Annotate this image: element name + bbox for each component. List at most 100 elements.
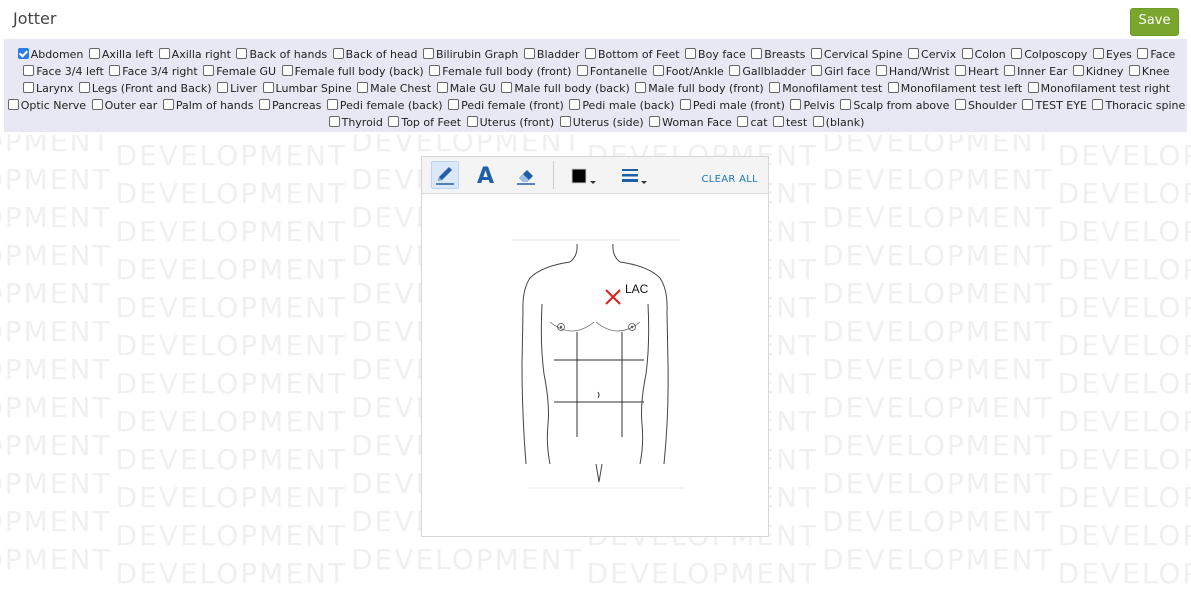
filter-option[interactable]: Face 3/4 right (107, 65, 198, 78)
filter-option[interactable]: Uterus (side) (558, 116, 644, 129)
filter-checkbox[interactable] (729, 65, 741, 76)
filter-checkbox[interactable] (7, 99, 19, 110)
color-picker-button[interactable] (567, 161, 603, 189)
filter-checkbox[interactable] (109, 65, 121, 76)
filter-option[interactable]: Cervix (906, 48, 956, 61)
pencil-tool-button[interactable] (431, 161, 459, 189)
filter-option[interactable]: Back of head (331, 48, 417, 61)
filter-checkbox[interactable] (262, 82, 274, 93)
eraser-tool-button[interactable] (512, 161, 540, 189)
filter-option[interactable]: Female GU (201, 65, 276, 78)
filter-option[interactable]: Optic Nerve (6, 99, 86, 112)
filter-checkbox[interactable] (523, 48, 535, 59)
filter-option[interactable]: Pelvis (788, 99, 835, 112)
filter-checkbox[interactable] (258, 99, 270, 110)
filter-option[interactable]: Foot/Ankle (651, 65, 724, 78)
filter-checkbox[interactable] (501, 82, 513, 93)
filter-option[interactable]: Eyes (1091, 48, 1132, 61)
filter-checkbox[interactable] (790, 99, 802, 110)
filter-checkbox[interactable] (635, 82, 647, 93)
filter-option[interactable]: Colposcopy (1009, 48, 1087, 61)
filter-checkbox[interactable] (769, 82, 781, 93)
filter-option[interactable]: Heart (953, 65, 999, 78)
filter-option[interactable]: Male Chest (355, 82, 431, 95)
filter-checkbox[interactable] (91, 99, 103, 110)
filter-checkbox[interactable] (954, 99, 966, 110)
filter-checkbox[interactable] (1011, 48, 1023, 59)
filter-checkbox[interactable] (1022, 99, 1034, 110)
filter-option[interactable]: (blank) (811, 116, 864, 129)
filter-option[interactable]: Axilla left (87, 48, 153, 61)
filter-checkbox[interactable] (840, 99, 852, 110)
filter-option[interactable]: Monofilament test left (886, 82, 1022, 95)
filter-checkbox[interactable] (1072, 65, 1084, 76)
filter-checkbox[interactable] (1092, 99, 1104, 110)
filter-checkbox[interactable] (773, 116, 785, 127)
filter-checkbox[interactable] (17, 48, 29, 59)
filter-checkbox[interactable] (811, 65, 823, 76)
clear-all-button[interactable]: CLEAR ALL (701, 174, 758, 185)
filter-checkbox[interactable] (875, 65, 887, 76)
filter-option[interactable]: cat (735, 116, 768, 129)
filter-checkbox[interactable] (961, 48, 973, 59)
filter-checkbox[interactable] (679, 99, 691, 110)
text-tool-button[interactable]: A (472, 161, 500, 189)
filter-option[interactable]: Bladder (522, 48, 580, 61)
filter-checkbox[interactable] (576, 65, 588, 76)
filter-option[interactable]: Inner Ear (1002, 65, 1067, 78)
filter-option[interactable]: Legs (Front and Back) (77, 82, 212, 95)
filter-checkbox[interactable] (585, 48, 597, 59)
filter-checkbox[interactable] (569, 99, 581, 110)
filter-option[interactable]: Pedi female (front) (446, 99, 564, 112)
filter-checkbox[interactable] (236, 48, 248, 59)
filter-checkbox[interactable] (559, 116, 571, 127)
filter-checkbox[interactable] (22, 82, 34, 93)
filter-checkbox[interactable] (649, 116, 661, 127)
filter-checkbox[interactable] (810, 48, 822, 59)
filter-checkbox[interactable] (162, 99, 174, 110)
filter-option[interactable]: Thoracic spine (1090, 99, 1185, 112)
filter-option[interactable]: Fontanelle (575, 65, 647, 78)
filter-checkbox[interactable] (78, 82, 90, 93)
filter-option[interactable]: Lumbar Spine (261, 82, 352, 95)
filter-option[interactable]: TEST EYE (1020, 99, 1087, 112)
filter-option[interactable]: Male full body (back) (499, 82, 630, 95)
filter-checkbox[interactable] (652, 65, 664, 76)
filter-option[interactable]: Uterus (front) (465, 116, 554, 129)
filter-checkbox[interactable] (1128, 65, 1140, 76)
filter-option[interactable]: Monofilament test (767, 82, 882, 95)
filter-checkbox[interactable] (88, 48, 100, 59)
filter-option[interactable]: Pedi female (back) (325, 99, 443, 112)
filter-option[interactable]: Palm of hands (161, 99, 253, 112)
filter-checkbox[interactable] (436, 82, 448, 93)
filter-option[interactable]: Breasts (749, 48, 805, 61)
filter-checkbox[interactable] (887, 82, 899, 93)
filter-option[interactable]: Outer ear (90, 99, 157, 112)
filter-checkbox[interactable] (23, 65, 35, 76)
filter-checkbox[interactable] (812, 116, 824, 127)
filter-option[interactable]: Thyroid (327, 116, 383, 129)
filter-checkbox[interactable] (158, 48, 170, 59)
filter-option[interactable]: Liver (215, 82, 257, 95)
filter-checkbox[interactable] (429, 65, 441, 76)
filter-checkbox[interactable] (685, 48, 697, 59)
filter-checkbox[interactable] (332, 48, 344, 59)
filter-option[interactable]: Pedi male (back) (567, 99, 674, 112)
filter-option[interactable]: Pedi male (front) (678, 99, 785, 112)
filter-option[interactable]: Woman Face (647, 116, 732, 129)
filter-checkbox[interactable] (422, 48, 434, 59)
filter-checkbox[interactable] (328, 116, 340, 127)
filter-option[interactable]: Female full body (back) (280, 65, 424, 78)
filter-option[interactable]: Face 3/4 left (21, 65, 104, 78)
line-width-button[interactable] (617, 161, 653, 189)
filter-option[interactable]: Kidney (1071, 65, 1123, 78)
filter-checkbox[interactable] (203, 65, 215, 76)
filter-checkbox[interactable] (737, 116, 749, 127)
filter-option[interactable]: Pancreas (257, 99, 321, 112)
filter-checkbox[interactable] (1004, 65, 1016, 76)
filter-checkbox[interactable] (751, 48, 763, 59)
filter-option[interactable]: Girl face (809, 65, 870, 78)
filter-checkbox[interactable] (217, 82, 229, 93)
filter-option[interactable]: Scalp from above (838, 99, 949, 112)
filter-checkbox[interactable] (326, 99, 338, 110)
